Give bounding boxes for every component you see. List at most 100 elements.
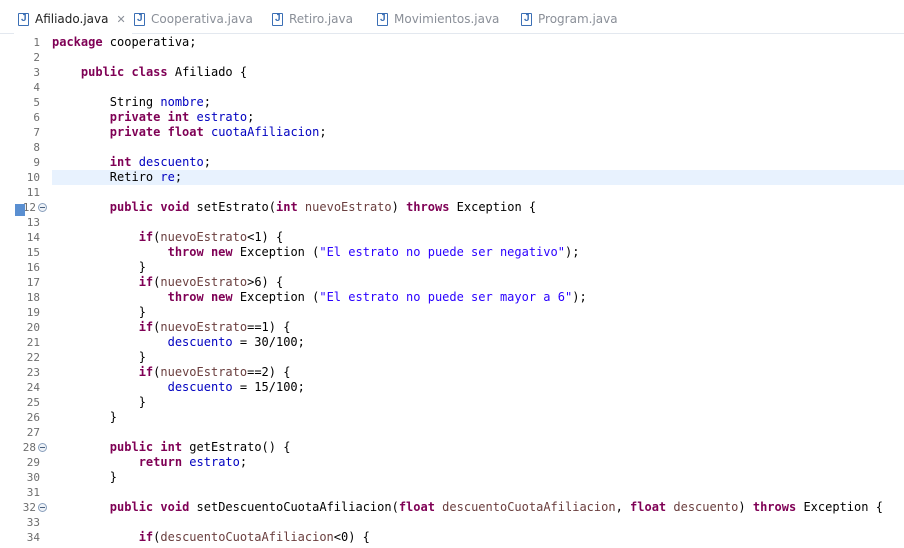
- code-token: String: [52, 95, 161, 109]
- code-line[interactable]: package cooperativa;: [52, 35, 904, 50]
- code-token: descuentoCuotaAfiliacion: [442, 500, 616, 514]
- code-token: public: [109, 440, 154, 454]
- java-file-icon: [18, 12, 29, 26]
- code-token: descuento: [673, 500, 739, 514]
- tab-label: Retiro.java: [289, 12, 353, 26]
- code-token: ==2) {: [247, 365, 291, 379]
- tab-afiliado-java[interactable]: Afiliado.java ✕: [14, 6, 132, 34]
- code-line[interactable]: descuento = 15/100;: [52, 380, 904, 395]
- code-line[interactable]: [52, 185, 904, 200]
- code-line[interactable]: }: [52, 395, 904, 410]
- code-token: "El estrato no puede ser negativo": [319, 245, 565, 259]
- code-line[interactable]: [52, 425, 904, 440]
- code-token: nombre: [160, 95, 204, 109]
- code-line[interactable]: throw new Exception ("El estrato no pued…: [52, 245, 904, 260]
- java-file-icon: [272, 12, 283, 26]
- code-token: <1) {: [247, 230, 284, 244]
- line-number: 4: [33, 81, 40, 94]
- code-line[interactable]: [52, 50, 904, 65]
- code-line[interactable]: }: [52, 305, 904, 320]
- line-number: 10: [26, 171, 40, 184]
- code-line[interactable]: public int getEstrato() {: [52, 440, 904, 455]
- code-token: = 30/100;: [232, 335, 305, 349]
- code-line[interactable]: return estrato;: [52, 455, 904, 470]
- code-token: int: [167, 110, 190, 124]
- code-line[interactable]: if(nuevoEstrato==1) {: [52, 320, 904, 335]
- code-line[interactable]: }: [52, 470, 904, 485]
- code-token: float: [167, 125, 204, 139]
- code-token: );: [572, 290, 587, 304]
- code-token: }: [52, 410, 118, 424]
- code-token: descuentoCuotaAfiliacion: [160, 530, 334, 544]
- code-line[interactable]: [52, 515, 904, 530]
- code-line[interactable]: private float cuotaAfiliacion;: [52, 125, 904, 140]
- code-line[interactable]: [52, 140, 904, 155]
- code-line[interactable]: if(nuevoEstrato>6) {: [52, 275, 904, 290]
- line-number: 24: [26, 381, 40, 394]
- line-number: 33: [26, 516, 40, 529]
- tab-program-java[interactable]: Program.java: [521, 6, 618, 32]
- tab-movimientos-java[interactable]: Movimientos.java: [377, 6, 499, 32]
- tab-label: Program.java: [538, 12, 618, 26]
- code-token: Afiliado {: [167, 65, 248, 79]
- line-number: 18: [26, 291, 40, 304]
- line-number: 27: [26, 426, 40, 439]
- code-line[interactable]: }: [52, 350, 904, 365]
- code-line[interactable]: int descuento;: [52, 155, 904, 170]
- fold-collapse-icon[interactable]: [38, 443, 47, 452]
- code-token: public: [109, 200, 154, 214]
- code-token: new: [210, 290, 233, 304]
- line-number: 1: [33, 36, 40, 49]
- code-line[interactable]: Retiro re;: [52, 170, 904, 185]
- code-token: = 15/100;: [232, 380, 305, 394]
- code-line[interactable]: public void setDescuentoCuotaAfiliacion(…: [52, 500, 904, 515]
- code-token: throw: [167, 245, 204, 259]
- code-line[interactable]: if(nuevoEstrato==2) {: [52, 365, 904, 380]
- line-number: 2: [33, 51, 40, 64]
- tab-retiro-java[interactable]: Retiro.java: [272, 6, 353, 32]
- code-line[interactable]: public void setEstrato(int nuevoEstrato)…: [52, 200, 904, 215]
- code-line[interactable]: }: [52, 410, 904, 425]
- code-line[interactable]: if(nuevoEstrato<1) {: [52, 230, 904, 245]
- tab-cooperativa-java[interactable]: Cooperativa.java: [134, 6, 253, 32]
- code-line[interactable]: }: [52, 260, 904, 275]
- close-icon[interactable]: ✕: [117, 13, 126, 26]
- code-line[interactable]: throw new Exception ("El estrato no pued…: [52, 290, 904, 305]
- code-token: private: [109, 125, 161, 139]
- code-line[interactable]: private int estrato;: [52, 110, 904, 125]
- code-token: throw: [167, 290, 204, 304]
- line-number: 8: [33, 141, 40, 154]
- code-token: }: [52, 470, 118, 484]
- code-line[interactable]: if(descuentoCuotaAfiliacion<0) {: [52, 530, 904, 545]
- code-line[interactable]: [52, 80, 904, 95]
- fold-collapse-icon[interactable]: [38, 503, 47, 512]
- code-line[interactable]: descuento = 30/100;: [52, 335, 904, 350]
- code-editor[interactable]: 1 package cooperativa; 2 3 public class Afi…: [0, 34, 904, 548]
- code-line[interactable]: public class Afiliado {: [52, 65, 904, 80]
- line-number: 13: [26, 216, 40, 229]
- code-line[interactable]: String nombre;: [52, 95, 904, 110]
- line-number: 19: [26, 306, 40, 319]
- code-token: ,: [615, 500, 631, 514]
- fold-collapse-icon[interactable]: [38, 203, 47, 212]
- code-token: if: [138, 320, 154, 334]
- code-line[interactable]: [52, 485, 904, 500]
- code-token: descuento: [167, 335, 233, 349]
- code-token: "El estrato no puede ser mayor a 6": [319, 290, 573, 304]
- tab-label: Movimientos.java: [394, 12, 500, 26]
- line-number: 32: [0, 500, 48, 515]
- code-token: estrato: [189, 455, 240, 469]
- code-token: descuento: [138, 155, 204, 169]
- code-token: ): [738, 500, 753, 514]
- code-token: }: [52, 260, 146, 274]
- code-line[interactable]: [52, 215, 904, 230]
